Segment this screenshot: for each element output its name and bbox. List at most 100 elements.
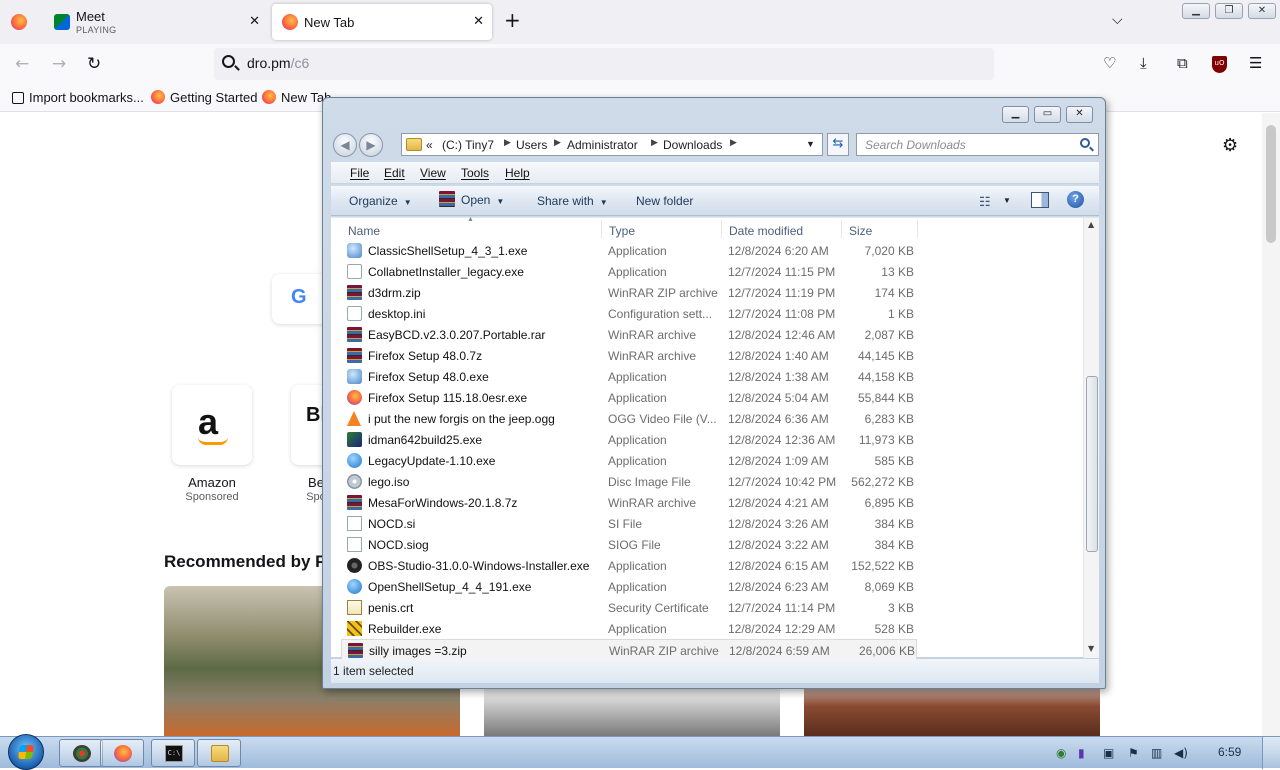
column-divider[interactable] [917, 220, 918, 238]
organize-button[interactable]: Organize ▼ [349, 194, 412, 208]
network-globe-icon[interactable]: ◉ [1056, 746, 1066, 760]
scrollbar-thumb[interactable] [1266, 125, 1276, 243]
file-row[interactable]: desktop.ini Configuration sett... 12/7/202… [341, 303, 917, 324]
firefox-menu-icon[interactable] [11, 14, 27, 30]
breadcrumb-item-administrator[interactable]: Administrator [567, 138, 638, 152]
file-row[interactable]: lego.iso Disc Image File 12/7/2024 10:42 P… [341, 471, 917, 492]
list-all-tabs-chevron-icon[interactable]: ⌵ [1112, 12, 1123, 28]
chevron-right-icon[interactable]: ▶ [504, 137, 511, 148]
scrollbar-thumb[interactable] [1086, 376, 1098, 552]
taskbar-media-player[interactable] [59, 739, 103, 767]
column-divider[interactable] [601, 220, 602, 238]
close-window-button[interactable]: ✕ [1248, 3, 1276, 19]
volume-icon[interactable]: ◀) [1174, 746, 1188, 760]
breadcrumb-item-downloads[interactable]: Downloads [663, 138, 722, 152]
menu-file[interactable]: File [350, 166, 369, 180]
chevron-right-icon[interactable]: ▶ [730, 137, 737, 148]
bookmark-new-tab[interactable]: New Tab [262, 90, 331, 105]
minimize-button[interactable]: ▁ [1182, 3, 1210, 19]
display-icon[interactable]: ▣ [1103, 746, 1114, 760]
start-button[interactable] [8, 734, 44, 770]
microphone-icon[interactable]: ▮ [1078, 746, 1085, 760]
file-row[interactable]: i put the new forgis on the jeep.ogg OGG … [341, 408, 917, 429]
chevron-down-icon[interactable]: ▼ [806, 139, 815, 149]
reload-icon[interactable]: ↻ [87, 54, 101, 74]
downloads-icon[interactable]: ⤓ [1140, 54, 1147, 72]
file-row[interactable]: NOCD.siog SIOG File 12/8/2024 3:22 AM 384 K… [341, 534, 917, 555]
forward-arrow-icon[interactable]: ▶ [359, 133, 383, 157]
google-search-tile[interactable]: G [272, 274, 328, 324]
back-arrow-icon[interactable]: ◀ [333, 133, 357, 157]
show-desktop-button[interactable] [1262, 737, 1280, 769]
close-tab-icon[interactable]: ✕ [473, 13, 484, 29]
network-icon[interactable]: ▥ [1151, 746, 1162, 760]
file-row[interactable]: d3drm.zip WinRAR ZIP archive 12/7/2024 11:… [341, 282, 917, 303]
preview-pane-icon[interactable] [1031, 192, 1049, 208]
file-row[interactable]: OpenShellSetup_4_4_191.exe Application 12/… [341, 576, 917, 597]
file-row[interactable]: CollabnetInstaller_legacy.exe Application… [341, 261, 917, 282]
column-divider[interactable] [841, 220, 842, 238]
forward-arrow-icon[interactable]: → [52, 54, 66, 74]
file-list-scrollbar[interactable]: ▲ ▼ [1083, 218, 1099, 658]
back-arrow-icon[interactable]: ← [15, 54, 29, 74]
restore-button[interactable]: ❐ [1215, 3, 1243, 19]
bookmark-getting-started[interactable]: Getting Started [151, 90, 257, 105]
file-row[interactable]: Rebuilder.exe Application 12/8/2024 12:29 … [341, 618, 917, 639]
menu-tools[interactable]: Tools [461, 166, 489, 180]
file-row[interactable]: Firefox Setup 48.0.7z WinRAR archive 12/8/… [341, 345, 917, 366]
file-row[interactable]: OBS-Studio-31.0.0-Windows-Installer.exe A… [341, 555, 917, 576]
search-icon[interactable] [1080, 138, 1090, 148]
open-button[interactable]: Open ▼ [439, 191, 504, 207]
view-options-icon[interactable]: ☷ [979, 194, 991, 210]
file-row[interactable]: silly images =3.zip WinRAR ZIP archive 12/… [341, 639, 917, 660]
tab-meet[interactable]: Meet PLAYING ✕ [44, 4, 268, 40]
file-row[interactable]: LegacyUpdate-1.10.exe Application 12/8/202… [341, 450, 917, 471]
file-row[interactable]: Firefox Setup 48.0.exe Application 12/8/20… [341, 366, 917, 387]
column-divider[interactable] [721, 220, 722, 238]
column-type[interactable]: Type [609, 224, 635, 238]
file-row[interactable]: EasyBCD.v2.3.0.207.Portable.rar WinRAR ar… [341, 324, 917, 345]
new-folder-button[interactable]: New folder [636, 194, 693, 208]
breadcrumb[interactable]: « (C:) Tiny7 ▶ Users ▶ Administrator ▶ D… [401, 133, 823, 156]
search-input[interactable]: Search Downloads [856, 133, 1099, 156]
new-tab-button[interactable]: + [504, 10, 521, 30]
taskbar-firefox[interactable] [100, 739, 144, 767]
shortcut-amazon[interactable]: a [172, 385, 252, 465]
bookmark-import[interactable]: Import bookmarks... [12, 90, 144, 105]
chevron-right-icon[interactable]: ▶ [651, 137, 658, 148]
scroll-up-icon[interactable]: ▲ [1088, 220, 1094, 229]
column-date-modified[interactable]: Date modified [729, 224, 803, 238]
file-row[interactable]: idman642build25.exe Application 12/8/2024 … [341, 429, 917, 450]
taskbar-explorer[interactable] [197, 739, 241, 767]
address-bar[interactable]: dro.pm/c6 [214, 48, 994, 80]
file-row[interactable]: MesaForWindows-20.1.8.7z WinRAR archive 12… [341, 492, 917, 513]
ublock-origin-icon[interactable]: uO [1212, 56, 1227, 73]
menu-view[interactable]: View [420, 166, 446, 180]
chevron-right-icon[interactable]: ▶ [554, 137, 561, 148]
pocket-icon[interactable]: ♡ [1103, 54, 1116, 72]
explorer-close-button[interactable]: ✕ [1066, 106, 1093, 123]
taskbar-command-prompt[interactable]: C:\ [151, 739, 195, 767]
share-with-button[interactable]: Share with ▼ [537, 194, 608, 208]
file-row[interactable]: Firefox Setup 115.18.0esr.exe Application… [341, 387, 917, 408]
gear-icon[interactable]: ⚙ [1222, 135, 1238, 156]
scroll-down-icon[interactable]: ▼ [1088, 644, 1094, 653]
file-row[interactable]: NOCD.si SI File 12/8/2024 3:26 AM 384 KB [341, 513, 917, 534]
explorer-maximize-button[interactable]: ▭ [1034, 106, 1061, 123]
url-text[interactable]: dro.pm/c6 [247, 55, 309, 71]
help-icon[interactable]: ? [1067, 191, 1084, 208]
column-name[interactable]: Name [348, 224, 380, 238]
hamburger-menu-icon[interactable]: ☰ [1249, 54, 1262, 72]
menu-edit[interactable]: Edit [384, 166, 405, 180]
file-row[interactable]: ClassicShellSetup_4_3_1.exe Application 12… [341, 240, 917, 261]
taskbar-clock[interactable]: 6:59 [1218, 745, 1241, 759]
chevron-down-icon[interactable]: ▼ [1003, 196, 1011, 205]
breadcrumb-item-drive[interactable]: (C:) Tiny7 [442, 138, 494, 152]
menu-help[interactable]: Help [505, 166, 530, 180]
breadcrumb-overflow[interactable]: « [426, 138, 433, 152]
breadcrumb-item-users[interactable]: Users [516, 138, 547, 152]
tab-new-tab[interactable]: New Tab ✕ [272, 4, 492, 40]
action-center-flag-icon[interactable]: ⚑ [1128, 746, 1139, 760]
close-tab-icon[interactable]: ✕ [249, 13, 260, 29]
file-row[interactable]: penis.crt Security Certificate 12/7/2024 1… [341, 597, 917, 618]
